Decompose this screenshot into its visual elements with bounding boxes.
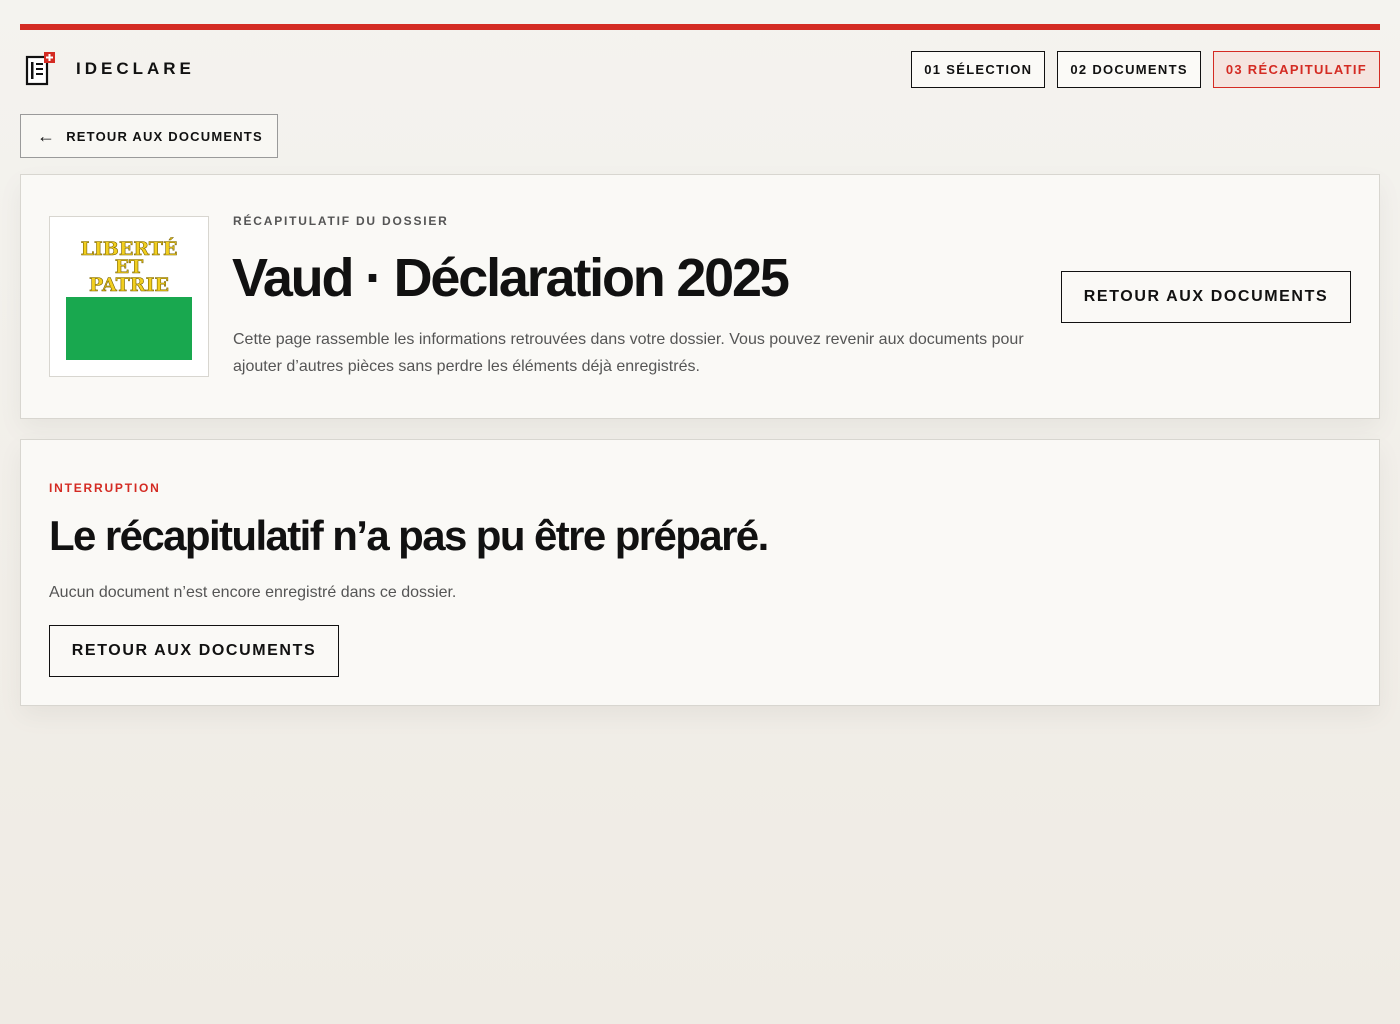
- step-documents[interactable]: 02 DOCUMENTS: [1057, 51, 1201, 88]
- summary-eyebrow: RÉCAPITULATIF DU DOSSIER: [233, 214, 449, 228]
- summary-back-to-documents-button[interactable]: RETOUR AUX DOCUMENTS: [1061, 271, 1351, 323]
- arrow-left-icon: ←: [37, 125, 57, 146]
- flag-green-band: [66, 297, 192, 360]
- interruption-back-to-documents-button[interactable]: RETOUR AUX DOCUMENTS: [49, 625, 339, 677]
- canton-flag: LIBERTÉ ET PATRIE: [49, 216, 209, 377]
- flag-motto-line-3: PATRIE: [89, 274, 169, 296]
- back-button-label: RETOUR AUX DOCUMENTS: [66, 128, 263, 144]
- summary-card: LIBERTÉ ET PATRIE RÉCAPITULATIF DU DOSSI…: [20, 174, 1380, 419]
- interruption-eyebrow: INTERRUPTION: [49, 481, 161, 495]
- interruption-title: Le récapitulatif n’a pas pu être préparé…: [49, 512, 769, 559]
- app-name: IDECLARE: [76, 59, 195, 78]
- interruption-card: INTERRUPTION Le récapitulatif n’a pas pu…: [20, 439, 1380, 706]
- step-recapitulatif[interactable]: 03 RÉCAPITULATIF: [1212, 51, 1380, 88]
- page-title: Vaud · Déclaration 2025: [232, 248, 790, 308]
- summary-description: Cette page rassemble les informations re…: [233, 331, 1024, 375]
- back-to-documents-button[interactable]: ← RETOUR AUX DOCUMENTS: [20, 114, 278, 158]
- step-selection[interactable]: 01 SÉLECTION: [911, 51, 1046, 88]
- step-navigation: 01 SÉLECTION 02 DOCUMENTS 03 RÉCAPITULAT…: [911, 51, 1380, 88]
- top-accent-bar: [20, 24, 1380, 30]
- app-logo-icon[interactable]: [25, 52, 55, 86]
- interruption-message: Aucun document n’est encore enregistré d…: [49, 584, 457, 601]
- app-header: IDECLARE 01 SÉLECTION 02 DOCUMENTS 03 RÉ…: [20, 50, 1380, 88]
